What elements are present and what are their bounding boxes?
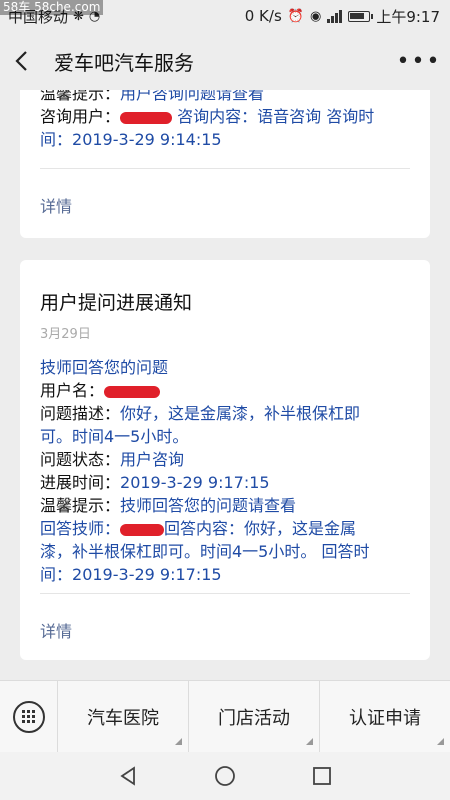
nav-home-button[interactable] xyxy=(205,756,245,796)
alarm-icon: ⏰ xyxy=(287,8,304,24)
field-label: 回答时 xyxy=(321,542,370,561)
submenu-indicator-icon xyxy=(175,737,182,745)
field-label: 咨询用户： xyxy=(40,107,121,126)
more-button[interactable]: ••• xyxy=(397,41,440,81)
submenu-indicator-icon xyxy=(437,737,444,745)
field-label: 间： xyxy=(40,130,73,149)
submenu-indicator-icon xyxy=(306,737,313,745)
field-value: 你好，这是金属漆，补半根保杠即 xyxy=(120,404,361,423)
field-value: 用户咨询 xyxy=(120,450,185,469)
menu-item-label: 门店活动 xyxy=(218,707,290,729)
field-label: 用户名： xyxy=(40,381,105,400)
field-value: 用户咨询问题请查看 xyxy=(120,90,265,103)
card-fields: 技师回答您的问题 用户名： 问题描述：你好，这是金属漆，补半根保杠即 可。时间4… xyxy=(40,356,410,586)
field-value: 2019-3-29 9:17:15 xyxy=(72,565,222,584)
message-card-consult: 温馨提示：用户咨询问题请查看 咨询用户： 咨询内容：语音咨询 咨询时 间：201… xyxy=(20,90,430,238)
battery-icon xyxy=(348,10,374,22)
menu-item-car-hospital[interactable]: 汽车医院 xyxy=(58,680,189,753)
divider xyxy=(40,168,410,169)
clock: 上午9:17 xyxy=(376,7,440,26)
menu-item-label: 汽车医院 xyxy=(87,707,159,729)
field-label: 温馨提示： xyxy=(40,496,121,515)
field-value: 你好，这是金属 xyxy=(244,519,357,538)
nav-recent-button[interactable] xyxy=(302,756,342,796)
details-link[interactable]: 详情 xyxy=(40,618,72,642)
field-value: 2019-3-29 9:17:15 xyxy=(120,473,270,492)
field-value: 技师回答您的问题请查看 xyxy=(120,496,297,515)
field-label: 咨询内容： xyxy=(177,107,258,126)
field-value: 2019-3-29 9:14:15 xyxy=(72,130,222,149)
nav-home-icon xyxy=(215,766,235,786)
redacted-technician xyxy=(120,523,165,536)
field-label: 问题描述： xyxy=(40,404,121,423)
field-label: 咨询时 xyxy=(326,107,375,126)
card-intro: 技师回答您的问题 xyxy=(40,358,169,377)
menu-item-store-events[interactable]: 门店活动 xyxy=(189,680,320,753)
more-dots-icon: ••• xyxy=(396,48,442,74)
card-title: 用户提问进展通知 xyxy=(40,292,193,314)
back-arrow-icon xyxy=(15,51,27,71)
bottom-menu: 汽车医院 门店活动 认证申请 xyxy=(0,680,450,753)
menu-item-label: 认证申请 xyxy=(349,707,421,729)
eye-icon: ◉ xyxy=(309,8,322,24)
field-label: 进展时间： xyxy=(40,473,121,492)
field-label: 回答技师： xyxy=(40,519,121,538)
field-value: 可。时间4一5小时。 xyxy=(40,427,189,446)
card-fields: 温馨提示：用户咨询问题请查看 咨询用户： 咨询内容：语音咨询 咨询时 间：201… xyxy=(40,90,410,151)
field-label: 间： xyxy=(40,565,73,584)
keyboard-toggle-button[interactable] xyxy=(0,680,58,753)
field-value: 漆，补半根保杠即可。时间4一5小时。 xyxy=(40,542,317,561)
message-list[interactable]: 温馨提示：用户咨询问题请查看 咨询用户： 咨询内容：语音咨询 咨询时 间：201… xyxy=(0,90,450,680)
nav-back-button[interactable] xyxy=(108,756,148,796)
watermark: 58车 58che.com xyxy=(0,0,104,15)
details-link[interactable]: 详情 xyxy=(40,193,72,217)
redacted-username xyxy=(120,111,173,124)
redacted-username xyxy=(104,385,161,398)
menu-item-certification[interactable]: 认证申请 xyxy=(320,681,450,753)
card-date: 3月29日 xyxy=(40,327,91,342)
divider xyxy=(40,593,410,594)
system-nav-bar xyxy=(0,752,450,800)
nav-back-icon xyxy=(120,766,136,786)
field-label: 问题状态： xyxy=(40,450,121,469)
network-speed: 0 K/s xyxy=(244,7,282,25)
field-label: 温馨提示： xyxy=(40,90,121,103)
signal-icon xyxy=(327,9,343,23)
back-button[interactable] xyxy=(14,41,48,81)
page-title: 爱车吧汽车服务 xyxy=(54,50,194,75)
keyboard-icon xyxy=(12,700,45,733)
field-value: 语音咨询 xyxy=(257,107,322,126)
message-card-progress: 用户提问进展通知 3月29日 技师回答您的问题 用户名： 问题描述：你好，这是金… xyxy=(20,260,430,660)
header: 爱车吧汽车服务 ••• xyxy=(0,32,450,90)
nav-recent-icon xyxy=(312,767,331,785)
field-label: 回答内容： xyxy=(164,519,245,538)
